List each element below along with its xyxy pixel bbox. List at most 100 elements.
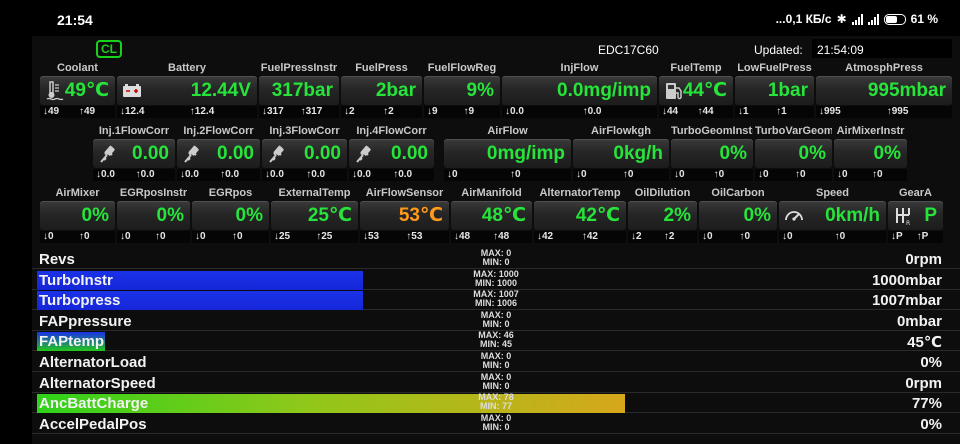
gauge-value-box: 995mbar <box>816 76 952 105</box>
gauge-title: OilDilution <box>634 187 691 199</box>
bar-row-min: MIN: 0 <box>482 380 510 391</box>
svg-text:R: R <box>906 220 910 226</box>
bar-row-turbopress[interactable]: Turbopress MAX: 1007 MIN: 1006 1007mbar <box>32 290 960 311</box>
bar-row-label: TurboInstr <box>39 271 113 289</box>
bar-row-revs[interactable]: Revs MAX: 0 MIN: 0 0rpm <box>32 249 960 269</box>
gauge-airmixer[interactable]: AirMixer 0% ↓0 ↑0 <box>40 187 115 244</box>
gauge-min: ↓0 <box>758 169 769 180</box>
gauge-inj-3flowcorr[interactable]: Inj.3FlowCorr 0.00 ↓0.0 ↑0.0 <box>262 125 347 182</box>
gauge-title: FuelPressInstr <box>260 62 338 74</box>
gauge-max: ↑0 <box>510 169 521 180</box>
cl-badge[interactable]: CL <box>96 40 122 58</box>
gauge-airflow[interactable]: AirFlow 0mg/imp ↓0 ↑0 <box>444 125 571 182</box>
gauge-externaltemp[interactable]: ExternalTemp 25℃ ↓25 ↑25 <box>271 187 358 244</box>
bar-row-minmax: MAX: 0 MIN: 0 <box>452 372 540 391</box>
gauge-min: ↓0 <box>447 169 458 180</box>
gauge-value: 0% <box>798 143 826 164</box>
gauge-title: Coolant <box>57 62 98 74</box>
gauge-max: ↑0 <box>713 169 725 180</box>
gauge-min: ↓0.0 <box>180 169 199 180</box>
gauge-min: ↓0 <box>195 231 206 242</box>
gauge-max: ↑42 <box>581 231 598 242</box>
bar-row-ancbattcharge[interactable]: AncBattCharge MAX: 78 MIN: 77 77% <box>32 393 960 414</box>
gauge-oildilution[interactable]: OilDilution 2% ↓2 ↑2 <box>628 187 697 244</box>
bar-row-value: 1000mbar <box>871 271 942 289</box>
gauge-speed[interactable]: Speed 0km/h ↓0 ↑0 <box>779 187 886 244</box>
bar-row-value: 0rpm <box>905 251 942 268</box>
gauge-airflowsensor[interactable]: AirFlowSensor 53℃ ↓53 ↑53 <box>360 187 449 244</box>
gauge-inj-2flowcorr[interactable]: Inj.2FlowCorr 0.00 ↓0.0 ↑0.0 <box>177 125 260 182</box>
gauge-lowfuelpress[interactable]: LowFuelPress 1bar ↓1 ↑1 <box>735 62 814 119</box>
gauge-fuelflowreg[interactable]: FuelFlowReg 9% ↓9 ↑9 <box>424 62 500 119</box>
gauge-value-box: 49℃ <box>40 76 115 105</box>
gauge-atmosphpress[interactable]: AtmosphPress 995mbar ↓995 ↑995 <box>816 62 952 119</box>
gauge-oilcarbon[interactable]: OilCarbon 0% ↓0 ↑0 <box>699 187 777 244</box>
status-bar: 21:54 ...0,1 КБ/с ✱ 61 % <box>0 0 960 36</box>
gauge-value: 25℃ <box>307 205 352 226</box>
gauge-max: ↑0 <box>232 231 243 242</box>
gauge-value-box: 0.00 <box>177 139 260 168</box>
gauge-minmax: ↓P ↑P <box>888 231 943 243</box>
gauge-battery[interactable]: Battery 12.44V ↓12.4 ↑12.4 <box>117 62 257 119</box>
gauge-title: TurboVarGeom <box>755 125 832 137</box>
gauge-minmax: ↓0.0 ↑0.0 <box>349 169 434 181</box>
gauge-min: ↓0 <box>43 231 54 242</box>
gauge-minmax: ↓0 ↑0 <box>573 169 669 181</box>
gauge-airflowkgh[interactable]: AirFlowkgh 0kg/h ↓0 ↑0 <box>573 125 669 182</box>
gauge-fuelpress[interactable]: FuelPress 2bar ↓2 ↑2 <box>341 62 422 119</box>
bar-row-accelpedalpos[interactable]: AccelPedalPos MAX: 0 MIN: 0 0% <box>32 413 960 434</box>
gauge-title: FuelTemp <box>670 62 722 74</box>
gauge-max: ↑0.0 <box>220 169 240 180</box>
gauge-airmanifold[interactable]: AirManifold 48℃ ↓48 ↑48 <box>451 187 532 244</box>
gauge-title: AirFlow <box>487 125 528 137</box>
gauge-value: 0% <box>743 205 771 226</box>
bluetooth-icon: ✱ <box>836 12 847 26</box>
bar-row-value: 0mbar <box>896 312 942 330</box>
gauge-geara[interactable]: GearA R P ↓P ↑P <box>888 187 943 244</box>
gauge-min: ↓48 <box>454 231 471 242</box>
gauge-alternatortemp[interactable]: AlternatorTemp 42℃ ↓42 ↑42 <box>534 187 626 244</box>
gauge-airmixerinstr[interactable]: AirMixerInstr 0% ↓0 ↑0 <box>834 125 907 182</box>
gauge-max: ↑0.0 <box>393 169 413 180</box>
gauge-inj-1flowcorr[interactable]: Inj.1FlowCorr 0.00 ↓0.0 ↑0.0 <box>93 125 175 182</box>
gauge-title: Inj.2FlowCorr <box>183 125 254 137</box>
bar-row-alternatorload[interactable]: AlternatorLoad MAX: 0 MIN: 0 0% <box>32 352 960 372</box>
gauge-title: LowFuelPress <box>737 62 812 74</box>
gauge-max: ↑2 <box>663 231 675 242</box>
gauge-egrposinstr[interactable]: EGRposInstr 0% ↓0 ↑0 <box>117 187 190 244</box>
gauge-max: ↑0 <box>622 169 634 180</box>
gear-shift-icon: R <box>892 205 914 227</box>
bar-row-alternatorspeed[interactable]: AlternatorSpeed MAX: 0 MIN: 0 0rpm <box>32 372 960 393</box>
gauge-fueltemp[interactable]: FuelTemp 44℃ ↓44 ↑44 <box>659 62 733 119</box>
gauge-min: ↓0 <box>576 169 587 180</box>
gauge-value: 53℃ <box>398 205 443 226</box>
gauge-inj-4flowcorr[interactable]: Inj.4FlowCorr 0.00 ↓0.0 ↑0.0 <box>349 125 434 182</box>
gauge-minmax: ↓0.0 ↑0.0 <box>262 169 347 181</box>
gauge-minmax: ↓0 ↑0 <box>40 231 115 243</box>
bar-row-minmax: MAX: 46 MIN: 45 <box>452 331 540 349</box>
gauge-turbogeominstr[interactable]: TurboGeomInstr 0% ↓0 ↑0 <box>671 125 753 182</box>
gauge-title: ExternalTemp <box>278 187 351 199</box>
status-icons: ...0,1 КБ/с ✱ 61 % <box>776 12 938 26</box>
gauge-value-box: 42℃ <box>534 201 626 230</box>
gauge-value-box: 12.44V <box>117 76 257 105</box>
gauge-max: ↑0 <box>739 231 751 242</box>
gauge-title: Inj.1FlowCorr <box>98 125 170 137</box>
gauge-turbovargeom[interactable]: TurboVarGeom 0% ↓0 ↑0 <box>755 125 832 182</box>
injector-icon <box>266 143 288 164</box>
bar-row-min: MIN: 0 <box>482 421 510 432</box>
bar-row-fappressure[interactable]: FAPpressure MAX: 0 MIN: 0 0mbar <box>32 310 960 331</box>
gauge-min: ↓995 <box>819 106 841 117</box>
gauge-value-box: 0.00 <box>349 139 434 168</box>
gauge-injflow[interactable]: InjFlow 0.0mg/imp ↓0.0 ↑0.0 <box>502 62 657 119</box>
gauge-value-box: 0mg/imp <box>444 139 571 168</box>
gauge-coolant[interactable]: Coolant 49℃ ↓49 ↑49 <box>40 62 115 119</box>
bar-row-turboinstr[interactable]: TurboInstr MAX: 1000 MIN: 1000 1000mbar <box>32 269 960 290</box>
gauge-minmax: ↓25 ↑25 <box>271 231 358 243</box>
gauge-egrpos[interactable]: EGRpos 0% ↓0 ↑0 <box>192 187 269 244</box>
gauge-fuelpressinstr[interactable]: FuelPressInstr 317bar ↓317 ↑317 <box>259 62 339 119</box>
gauge-value: 0km/h <box>825 205 880 226</box>
bar-row-faptemp[interactable]: FAPtemp MAX: 46 MIN: 45 45℃ <box>32 331 960 352</box>
gauge-value: 0.0mg/imp <box>557 80 651 101</box>
net-speed: ...0,1 КБ/с <box>775 12 832 26</box>
